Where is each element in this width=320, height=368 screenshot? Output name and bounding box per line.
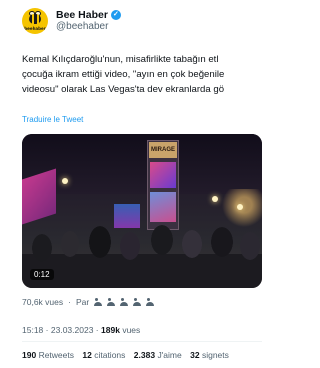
- tweet-meta: 15:18 · 23.03.2023 · 189k vues: [22, 325, 140, 335]
- tweet-time[interactable]: 15:18: [22, 325, 43, 335]
- display-name[interactable]: Bee Haber: [56, 9, 108, 21]
- user-icon: [146, 298, 156, 306]
- user-icon: [94, 298, 104, 306]
- neon-sign: [22, 168, 56, 225]
- bookmarks-stat[interactable]: 32 signets: [190, 350, 229, 360]
- separator: ·: [45, 325, 49, 335]
- user-icon: [120, 298, 130, 306]
- user-icon: [133, 298, 143, 306]
- video-sky: [22, 134, 262, 194]
- bookmarks-label: signets: [201, 350, 229, 360]
- avatar-text: beehaber: [24, 26, 46, 31]
- by-label: Par: [75, 297, 90, 307]
- separator: ·: [68, 297, 71, 307]
- tweet-date[interactable]: 23.03.2023: [51, 325, 94, 335]
- handle[interactable]: @beehaber: [56, 21, 121, 33]
- retweets-label: Retweets: [38, 350, 74, 360]
- bookmarks-count: 32: [190, 350, 200, 360]
- separator: ·: [95, 325, 99, 335]
- likes-stat[interactable]: 2.383 J'aime: [134, 350, 182, 360]
- tweet-video[interactable]: MIRAGE 0:12: [22, 134, 262, 288]
- casino-screen: [150, 162, 176, 188]
- tweet-views-label: vues: [122, 325, 141, 335]
- likes-count: 2.383: [133, 350, 156, 360]
- tweet-text-line: videosu" olarak Las Vegas'ta dev ekranla…: [22, 84, 225, 95]
- video-views: 70,6k vues: [22, 297, 64, 307]
- verified-badge-icon: ✓: [110, 10, 121, 20]
- likes-label: J'aime: [157, 350, 182, 360]
- casino-sign: MIRAGE: [149, 142, 177, 158]
- video-duration: 0:12: [30, 269, 54, 280]
- tweet-text-line: Kemal Kılıçdaroğlu'nun, misafirlikte tab…: [22, 54, 219, 65]
- tweet-views-count: 189k: [101, 325, 120, 335]
- divider: [22, 341, 262, 342]
- street-light: [237, 204, 243, 210]
- street-light: [212, 196, 218, 202]
- engagement-stats: 190 Retweets 12 citations 2.383 J'aime 3…: [22, 350, 235, 360]
- video-crowd: [22, 218, 262, 288]
- quotes-stat[interactable]: 12 citations: [82, 350, 125, 360]
- quotes-count: 12: [82, 350, 92, 360]
- translate-tweet-link[interactable]: Traduire le Tweet: [22, 115, 83, 124]
- street-light: [62, 178, 68, 184]
- user-icon: [107, 298, 117, 306]
- viewer-avatars[interactable]: [94, 298, 159, 306]
- tweet-header: beehaber Bee Haber ✓ @beehaber: [22, 8, 121, 34]
- retweets-count: 190: [22, 350, 37, 360]
- tweet-text: Kemal Kılıçdaroğlu'nun, misafirlikte tab…: [22, 52, 320, 97]
- quotes-label: citations: [94, 350, 126, 360]
- video-views-row: 70,6k vues · Par: [22, 297, 159, 307]
- avatar[interactable]: beehaber: [22, 8, 48, 34]
- retweets-stat[interactable]: 190 Retweets: [22, 350, 74, 360]
- bee-logo-icon: [29, 14, 41, 24]
- tweet-text-line: çocuğa ikram ettiği video, "ayın en çok …: [22, 69, 225, 80]
